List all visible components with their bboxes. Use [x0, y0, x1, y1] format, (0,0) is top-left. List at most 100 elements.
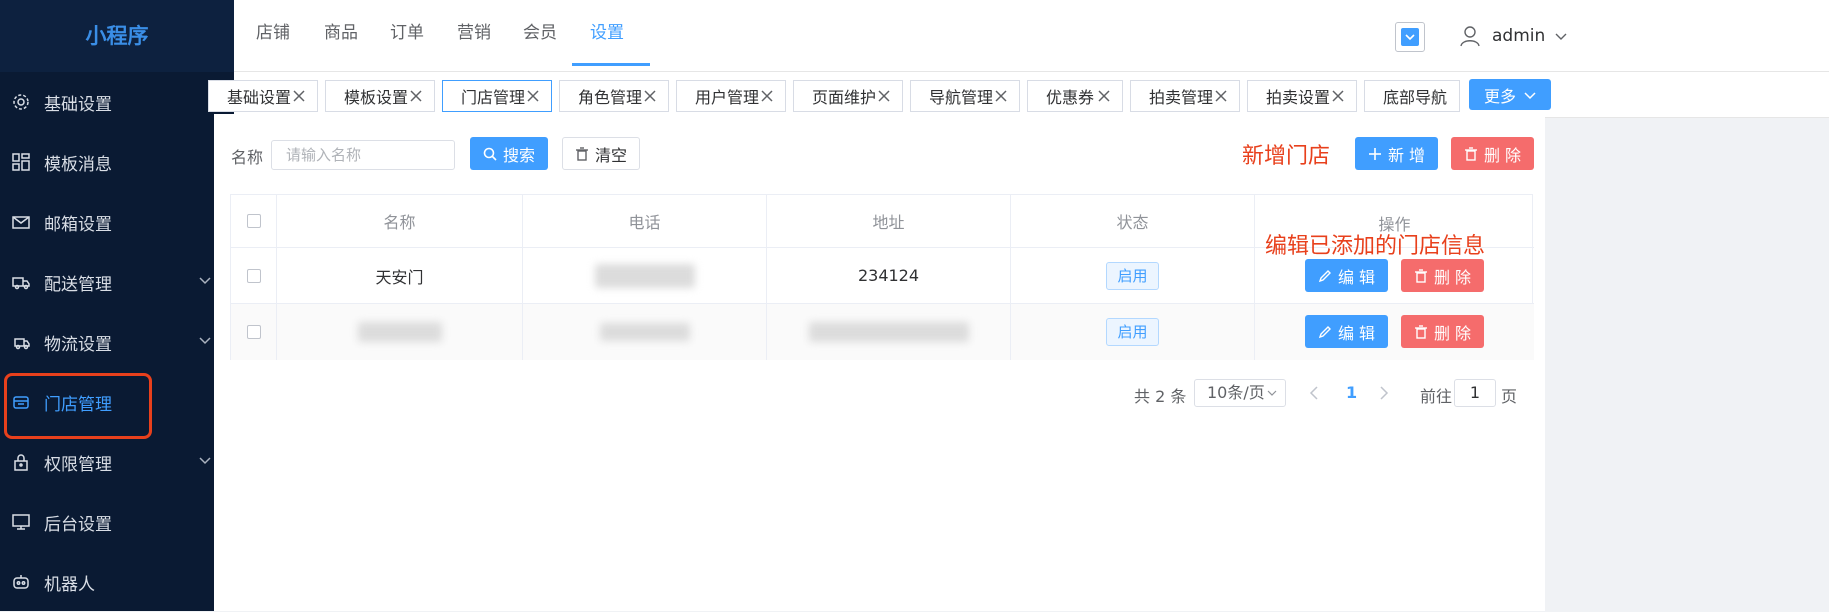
actions-cell: 编 辑 删 除	[1255, 248, 1534, 303]
sidebar-item-logistics-settings[interactable]: 物流设置	[0, 312, 234, 372]
search-label: 搜索	[502, 145, 535, 165]
header-address: 地址	[767, 195, 1011, 247]
trash-icon	[1414, 268, 1427, 283]
chevron-right-icon[interactable]	[1378, 385, 1390, 401]
close-icon[interactable]	[1213, 88, 1229, 104]
tab-orders[interactable]: 订单	[390, 0, 424, 66]
delete-button[interactable]: 删 除	[1401, 315, 1484, 348]
search-button[interactable]: 搜索	[470, 137, 548, 170]
tag-label: 门店管理	[461, 88, 526, 107]
sidebar: 小程序 基础设置 模板消息 邮箱设置 配送管理 物流设置 门店管理 权限管理 后…	[0, 0, 234, 611]
tag-coupons[interactable]: 优惠券	[1027, 80, 1123, 112]
delete-label: 删 除	[1483, 145, 1522, 165]
tag-navigation-management[interactable]: 导航管理	[910, 80, 1020, 112]
active-tab-indicator	[572, 63, 650, 66]
clear-button[interactable]: 清空	[562, 137, 640, 170]
tag-basic-settings[interactable]: 基础设置	[208, 80, 318, 112]
sidebar-item-label: 配送管理	[44, 274, 112, 295]
close-icon[interactable]	[408, 88, 424, 104]
tag-page-maintenance[interactable]: 页面维护	[793, 80, 903, 112]
more-tabs-button[interactable]: 更多	[1469, 79, 1551, 110]
redacted-name	[357, 322, 442, 342]
tag-bottom-navigation[interactable]: 底部导航	[1364, 80, 1460, 112]
row-select-cell	[231, 248, 277, 303]
header-phone: 电话	[523, 195, 767, 247]
edit-label: 编 辑	[1337, 323, 1376, 343]
sidebar-item-permission-management[interactable]: 权限管理	[0, 432, 234, 492]
close-icon[interactable]	[993, 88, 1009, 104]
close-icon[interactable]	[291, 88, 307, 104]
name-search-input[interactable]: 请输入名称	[271, 140, 455, 170]
edit-button[interactable]: 编 辑	[1305, 259, 1388, 292]
sidebar-item-mail-settings[interactable]: 邮箱设置	[0, 192, 234, 252]
sidebar-item-admin-settings[interactable]: 后台设置	[0, 492, 234, 552]
gear-icon	[12, 93, 30, 111]
sidebar-item-robot[interactable]: 机器人	[0, 552, 234, 612]
close-icon[interactable]	[525, 88, 541, 104]
batch-delete-button[interactable]: 删 除	[1451, 137, 1534, 170]
truck-icon	[12, 273, 30, 291]
store-menu-highlight	[4, 373, 152, 439]
select-all-cell	[231, 195, 277, 247]
trash-icon	[1414, 324, 1427, 339]
status-badge: 启用	[1106, 318, 1159, 346]
name-filter-label: 名称	[231, 148, 264, 167]
tag-auction-management[interactable]: 拍卖管理	[1130, 80, 1240, 112]
tag-auction-settings[interactable]: 拍卖设置	[1247, 80, 1357, 112]
sidebar-item-template-message[interactable]: 模板消息	[0, 132, 234, 192]
trash-icon	[575, 146, 588, 161]
status-badge: 启用	[1106, 261, 1159, 290]
tag-label: 优惠券	[1046, 88, 1095, 107]
close-icon[interactable]	[1096, 88, 1112, 104]
chevron-left-icon[interactable]	[1308, 385, 1320, 401]
chevron-down-icon	[199, 457, 211, 465]
tag-template-settings[interactable]: 模板设置	[325, 80, 435, 112]
close-icon[interactable]	[1330, 88, 1346, 104]
delete-label: 删 除	[1433, 267, 1472, 287]
tab-products[interactable]: 商品	[324, 0, 358, 66]
row-checkbox[interactable]	[246, 325, 261, 339]
page-size-select[interactable]: 10条/页	[1194, 379, 1286, 407]
sidebar-item-label: 邮箱设置	[44, 214, 112, 235]
tag-label: 拍卖设置	[1266, 88, 1331, 107]
sidebar-item-delivery-management[interactable]: 配送管理	[0, 252, 234, 312]
user-menu[interactable]: admin	[1458, 18, 1567, 54]
close-icon[interactable]	[759, 88, 775, 104]
sidebar-item-label: 机器人	[44, 574, 95, 595]
store-name-redacted	[277, 304, 523, 360]
add-label: 新 增	[1387, 145, 1426, 165]
close-icon[interactable]	[642, 88, 658, 104]
search-icon	[483, 147, 497, 161]
redacted-address	[808, 322, 969, 342]
store-address: 234124	[767, 248, 1011, 303]
tab-settings[interactable]: 设置	[590, 0, 624, 66]
chevron-down-icon	[199, 277, 211, 285]
redacted-phone	[599, 323, 690, 341]
plus-icon	[1368, 147, 1381, 160]
sidebar-item-basic-settings[interactable]: 基础设置	[0, 72, 234, 132]
tag-role-management[interactable]: 角色管理	[559, 80, 669, 112]
status-cell: 启用	[1011, 248, 1255, 303]
close-icon[interactable]	[876, 88, 892, 104]
tag-label: 拍卖管理	[1149, 88, 1214, 107]
clear-label: 清空	[594, 145, 627, 165]
add-store-button[interactable]: 新 增	[1355, 137, 1438, 170]
table-row: 天安门 234124 启用 编 辑 删 除	[231, 248, 1534, 304]
tag-user-management[interactable]: 用户管理	[676, 80, 786, 112]
select-all-checkbox[interactable]	[246, 214, 261, 228]
robot-icon	[12, 573, 30, 591]
current-page[interactable]: 1	[1346, 383, 1357, 402]
store-phone-redacted	[523, 248, 767, 303]
tab-members[interactable]: 会员	[523, 0, 557, 66]
delete-button[interactable]: 删 除	[1401, 259, 1484, 292]
tab-marketing[interactable]: 营销	[457, 0, 491, 66]
dropdown-toggle-button[interactable]	[1395, 22, 1425, 52]
tabs-view-bar: 基础设置 模板设置 门店管理 角色管理 用户管理 页面维护 导航管理 优惠券 拍…	[208, 72, 1829, 118]
store-table: 名称 电话 地址 状态 操作 编辑已添加的门店信息 天安门 234124 启用	[230, 194, 1534, 360]
tag-store-management[interactable]: 门店管理	[442, 80, 552, 112]
goto-page-input[interactable]: 1	[1454, 379, 1496, 407]
row-checkbox[interactable]	[246, 268, 261, 283]
chevron-down-icon	[1401, 28, 1419, 46]
edit-button[interactable]: 编 辑	[1305, 315, 1388, 348]
tab-shop[interactable]: 店铺	[256, 0, 290, 66]
